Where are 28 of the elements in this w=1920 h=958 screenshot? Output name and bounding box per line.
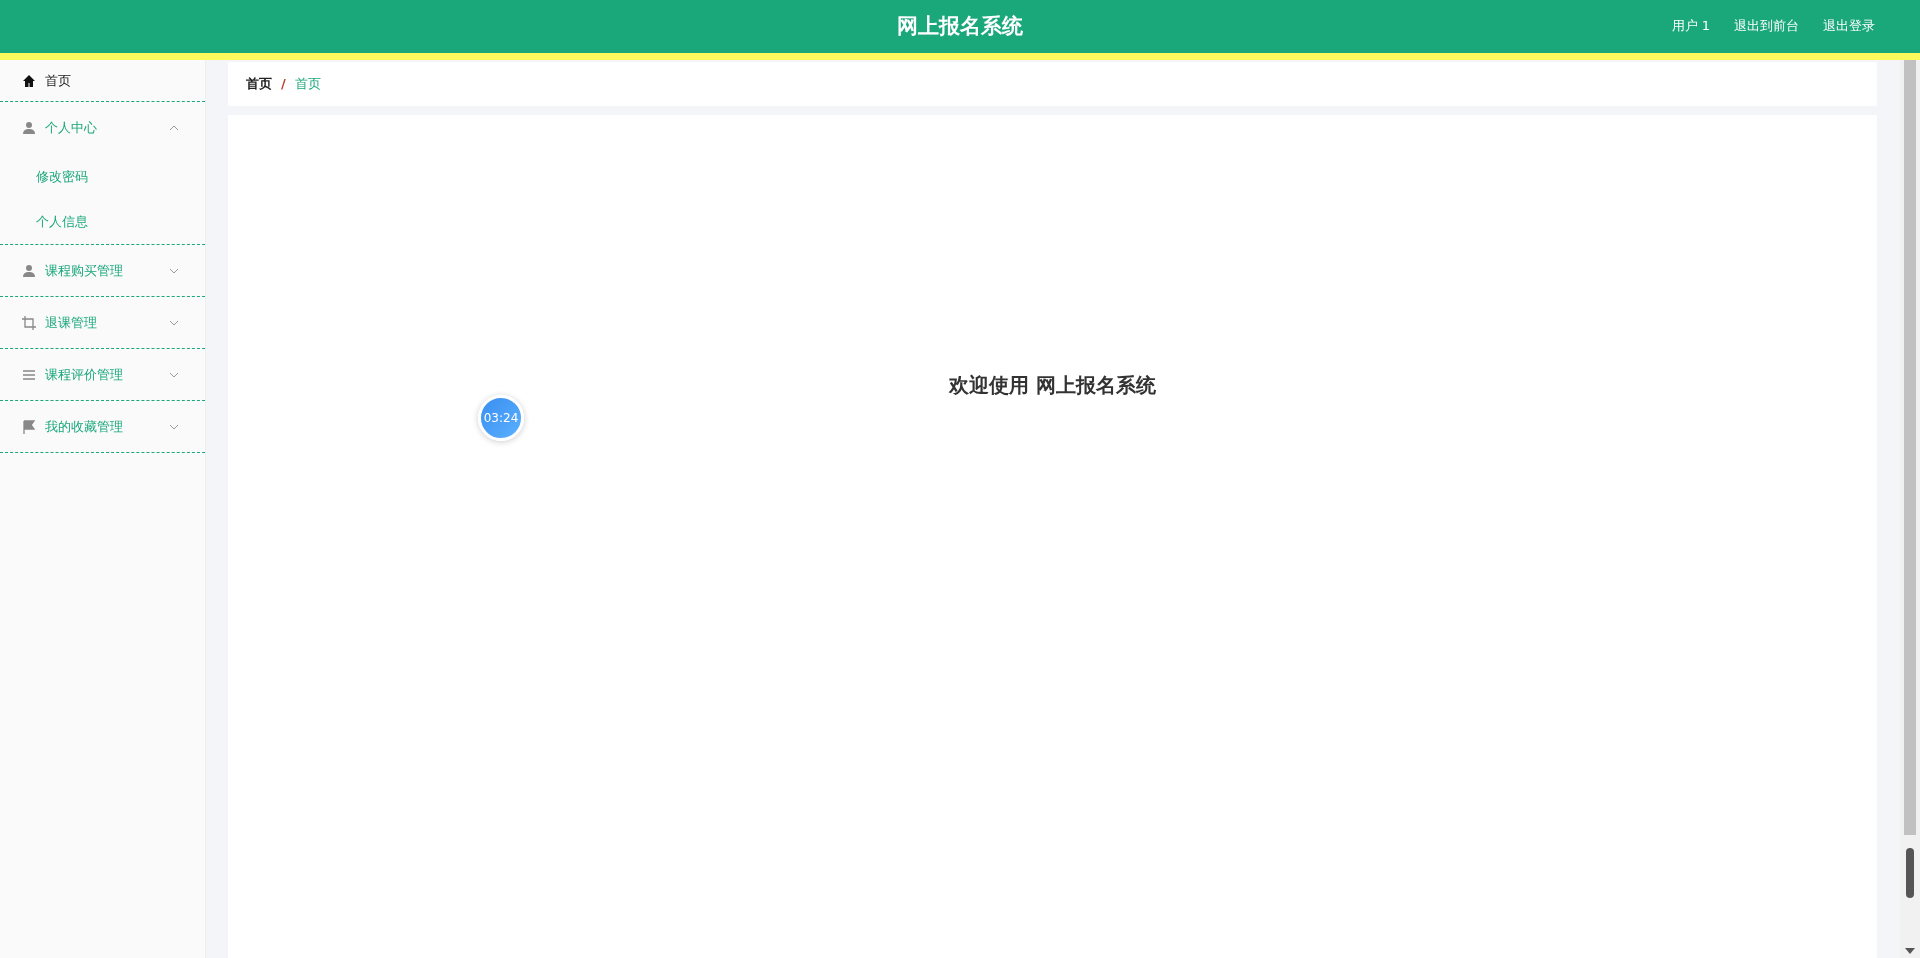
header-link[interactable]: 退出到前台 bbox=[1734, 16, 1799, 36]
chevron-up-icon bbox=[169, 123, 179, 133]
breadcrumb-separator: / bbox=[281, 75, 286, 94]
submenu-item[interactable]: 个人信息 bbox=[0, 199, 205, 244]
user-icon bbox=[22, 121, 36, 135]
breadcrumb-item: 首页 bbox=[294, 75, 321, 94]
sidebar-item[interactable]: 课程评价管理 bbox=[0, 349, 205, 401]
timer-bubble[interactable]: 03:24 bbox=[478, 395, 524, 441]
crop-icon bbox=[22, 315, 36, 330]
flag-icon bbox=[22, 419, 36, 434]
header-link[interactable]: 用户 1 bbox=[1671, 16, 1710, 36]
scroll-down-icon[interactable] bbox=[1905, 948, 1915, 954]
sidebar-item[interactable]: 我的收藏管理 bbox=[0, 401, 205, 453]
scrollbar-thumb[interactable] bbox=[1904, 60, 1916, 835]
scrollbar[interactable] bbox=[1900, 60, 1920, 958]
list-icon bbox=[22, 367, 36, 382]
app-title: 网上报名系统 bbox=[897, 12, 1023, 40]
handle-icon[interactable] bbox=[1906, 848, 1914, 898]
header-link[interactable]: 退出登录 bbox=[1823, 16, 1875, 36]
breadcrumb-item[interactable]: 首页 bbox=[246, 74, 272, 94]
sidebar-item[interactable]: 退课管理 bbox=[0, 297, 205, 349]
sidebar-item[interactable]: 个人中心 bbox=[0, 102, 205, 154]
welcome-heading: 欢迎使用 网上报名系统 bbox=[947, 373, 1157, 397]
user-icon bbox=[22, 263, 36, 278]
home-icon bbox=[22, 73, 36, 88]
sidebar-item[interactable]: 课程购买管理 bbox=[0, 245, 205, 297]
submenu-item[interactable]: 修改密码 bbox=[0, 154, 205, 199]
sidebar-item[interactable]: 首页 bbox=[0, 60, 205, 102]
